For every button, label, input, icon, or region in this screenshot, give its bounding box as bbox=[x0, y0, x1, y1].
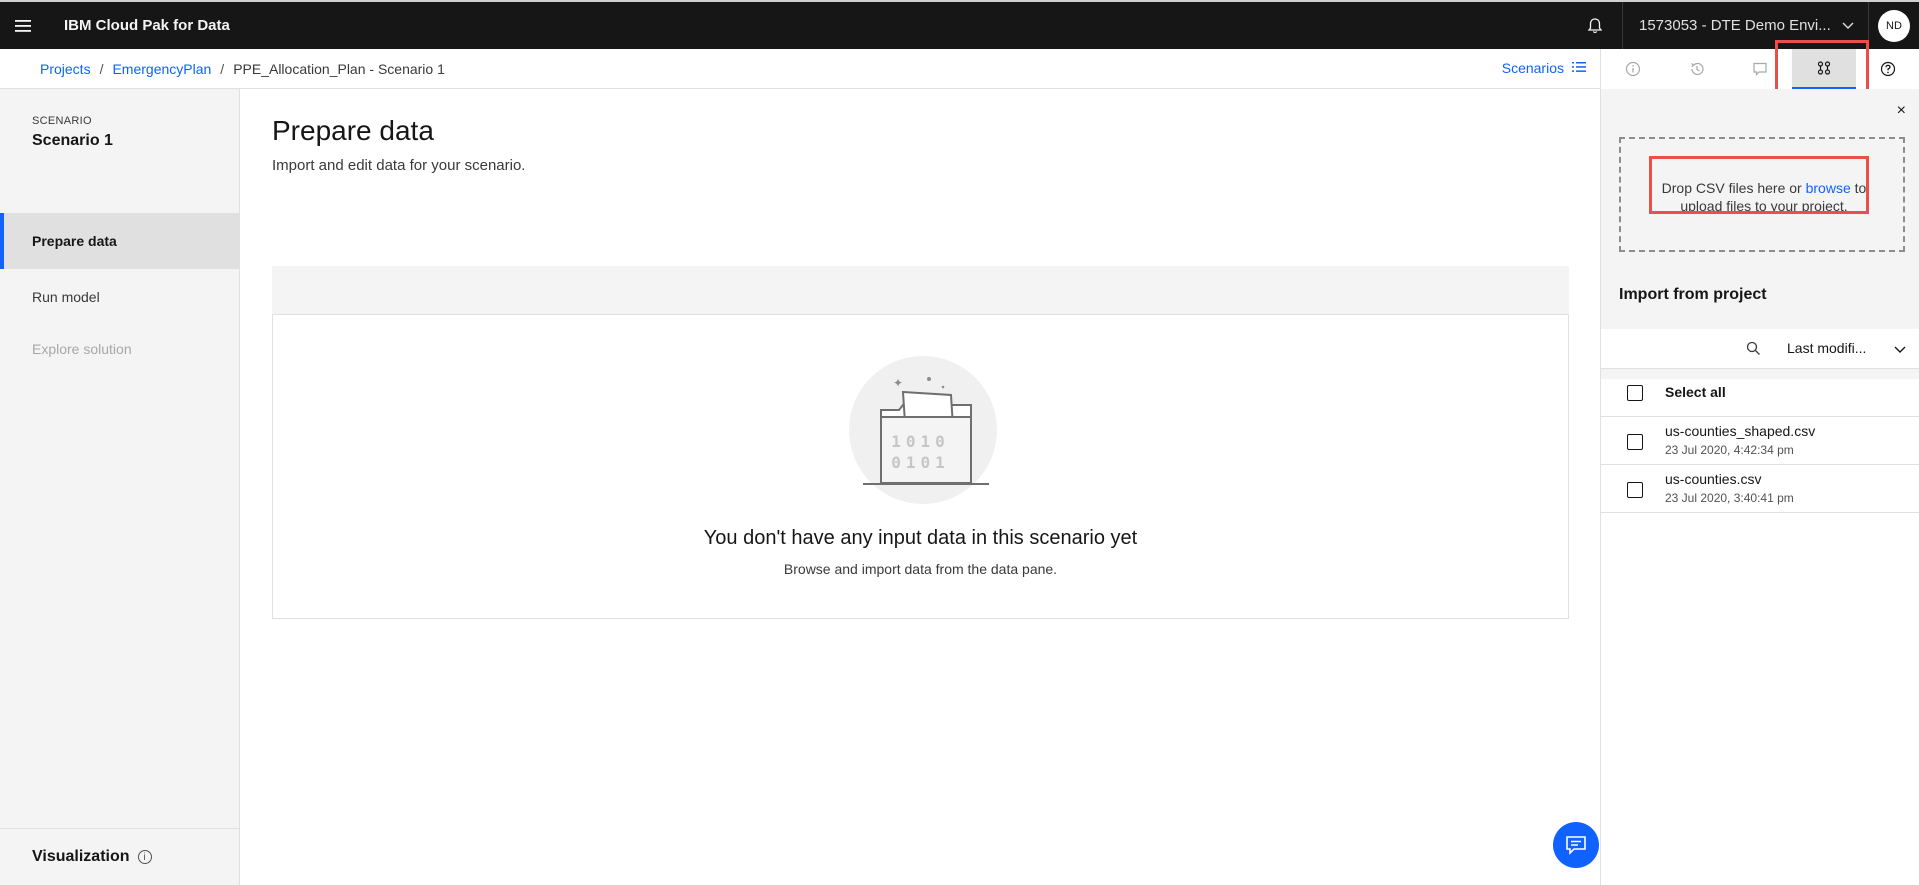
breadcrumb-separator: / bbox=[220, 60, 225, 77]
product-name[interactable]: IBM Cloud Pak for Data bbox=[64, 17, 230, 34]
file-row[interactable]: us-counties.csv 23 Jul 2020, 3:40:41 pm bbox=[1601, 465, 1919, 513]
chevron-down-icon bbox=[1842, 17, 1854, 34]
visualization-label: Visualization bbox=[32, 848, 130, 865]
info-icon bbox=[1625, 61, 1640, 77]
nav-prepare-data[interactable]: Prepare data bbox=[0, 213, 239, 269]
sort-dropdown[interactable]: Last modifi... bbox=[1787, 340, 1866, 356]
history-icon bbox=[1690, 62, 1704, 76]
scenarios-label: Scenarios bbox=[1501, 60, 1564, 76]
data-tab-strip bbox=[272, 266, 1569, 314]
info-icon[interactable]: i bbox=[137, 850, 152, 864]
chat-button[interactable] bbox=[1553, 822, 1599, 868]
file-dropzone[interactable]: Drop CSV files here or browse to upload … bbox=[1619, 137, 1905, 252]
file-row[interactable]: us-counties_shaped.csv 23 Jul 2020, 4:42… bbox=[1601, 417, 1919, 465]
chat-icon bbox=[1566, 836, 1586, 855]
data-pane: × Drop CSV files here or browse to uploa… bbox=[1600, 40, 1919, 885]
nav-explore-solution: Explore solution bbox=[32, 341, 132, 357]
account-label: 1573053 - DTE Demo Envi... bbox=[1639, 17, 1831, 34]
search-icon[interactable] bbox=[1746, 341, 1761, 361]
empty-state-description: Browse and import data from the data pan… bbox=[783, 561, 1058, 577]
file-date: 23 Jul 2020, 3:40:41 pm bbox=[1665, 491, 1794, 505]
tab-history[interactable] bbox=[1665, 49, 1729, 89]
scenario-name: Scenario 1 bbox=[32, 132, 113, 149]
chevron-down-icon[interactable] bbox=[1894, 341, 1906, 359]
bell-icon[interactable] bbox=[1568, 2, 1622, 49]
file-name: us-counties.csv bbox=[1665, 471, 1762, 487]
breadcrumb-project[interactable]: EmergencyPlan bbox=[112, 61, 211, 77]
empty-state: ✦ 1010 0101 You don't have any input dat… bbox=[272, 314, 1569, 619]
breadcrumb-current: PPE_Allocation_Plan - Scenario 1 bbox=[233, 60, 445, 77]
file-checkbox[interactable] bbox=[1627, 482, 1643, 498]
scenario-section-label: SCENARIO bbox=[32, 115, 92, 127]
nav-run-model[interactable]: Run model bbox=[0, 269, 239, 325]
panel-tabs bbox=[1601, 49, 1919, 89]
page-title: Prepare data bbox=[272, 115, 434, 146]
close-icon[interactable]: × bbox=[1897, 102, 1906, 120]
binary-text: 1010 bbox=[891, 432, 950, 451]
folder-illustration-icon: ✦ bbox=[849, 356, 997, 504]
file-checkbox[interactable] bbox=[1627, 434, 1643, 450]
list-icon bbox=[1572, 60, 1586, 76]
binary-text: 0101 bbox=[891, 453, 950, 472]
annotation-highlight bbox=[1775, 40, 1869, 94]
import-section-title: Import from project bbox=[1619, 286, 1767, 303]
file-name: us-counties_shaped.csv bbox=[1665, 423, 1816, 439]
annotation-highlight bbox=[1649, 156, 1869, 214]
avatar: ND bbox=[1878, 9, 1910, 42]
scenario-sidebar: SCENARIO Scenario 1 Prepare data Run mod… bbox=[0, 89, 240, 885]
empty-state-title: You don't have any input data in this sc… bbox=[703, 527, 1138, 549]
comment-icon bbox=[1753, 62, 1768, 76]
breadcrumb: Projects / EmergencyPlan / PPE_Allocatio… bbox=[0, 49, 1600, 89]
page-subtitle: Import and edit data for your scenario. bbox=[272, 157, 526, 174]
top-header: IBM Cloud Pak for Data 1573053 - DTE Dem… bbox=[0, 0, 1919, 49]
visualization-item[interactable]: Visualization i bbox=[0, 828, 239, 885]
avatar-button[interactable]: ND bbox=[1869, 2, 1919, 49]
breadcrumb-separator: / bbox=[99, 60, 104, 77]
select-all-checkbox[interactable] bbox=[1627, 385, 1643, 401]
svg-text:✦: ✦ bbox=[893, 376, 903, 390]
scenarios-button[interactable]: Scenarios bbox=[1502, 60, 1586, 76]
help-icon bbox=[1880, 61, 1896, 77]
file-list-toolbar: Last modifi... bbox=[1601, 329, 1919, 369]
select-all-label: Select all bbox=[1665, 384, 1726, 400]
tab-info[interactable] bbox=[1601, 49, 1665, 89]
breadcrumb-projects[interactable]: Projects bbox=[40, 61, 91, 77]
menu-icon[interactable] bbox=[0, 2, 46, 49]
select-all-row: Select all bbox=[1601, 369, 1919, 417]
file-date: 23 Jul 2020, 4:42:34 pm bbox=[1665, 443, 1794, 457]
